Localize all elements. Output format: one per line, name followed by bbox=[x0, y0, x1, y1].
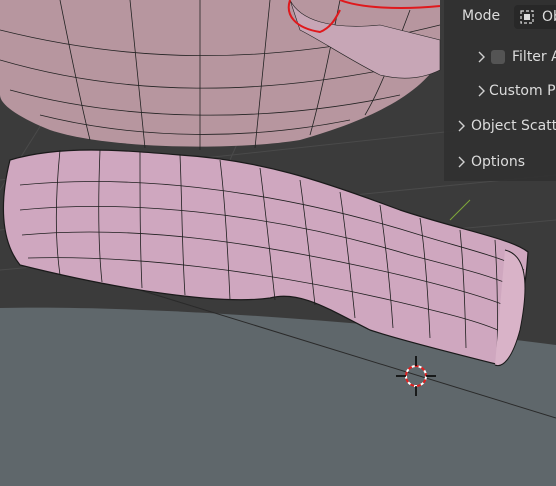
panel-label: Filter A bbox=[512, 49, 556, 65]
chevron-right-icon bbox=[454, 155, 468, 169]
panel-label: Object Scatte bbox=[471, 118, 556, 134]
sidebar-panel: Mode Ob Filter A Custom Pr Object Scatte bbox=[444, 0, 556, 181]
panel-label: Custom Pr bbox=[489, 83, 556, 99]
object-mode-icon bbox=[520, 10, 534, 24]
chevron-right-icon bbox=[454, 119, 468, 133]
mode-value: Ob bbox=[542, 9, 556, 25]
chevron-right-icon bbox=[474, 84, 488, 98]
mode-dropdown[interactable]: Ob bbox=[514, 5, 556, 29]
panel-object-scatter[interactable]: Object Scatte bbox=[454, 118, 556, 134]
mode-label-text: Mode bbox=[462, 8, 501, 24]
panel-filter[interactable]: Filter A bbox=[474, 49, 556, 65]
filter-checkbox[interactable] bbox=[491, 50, 505, 64]
chevron-right-icon bbox=[474, 50, 488, 64]
mode-label: Mode bbox=[462, 8, 500, 24]
panel-options[interactable]: Options bbox=[454, 154, 525, 170]
panel-custom-properties[interactable]: Custom Pr bbox=[474, 83, 556, 99]
panel-label: Options bbox=[471, 154, 526, 170]
